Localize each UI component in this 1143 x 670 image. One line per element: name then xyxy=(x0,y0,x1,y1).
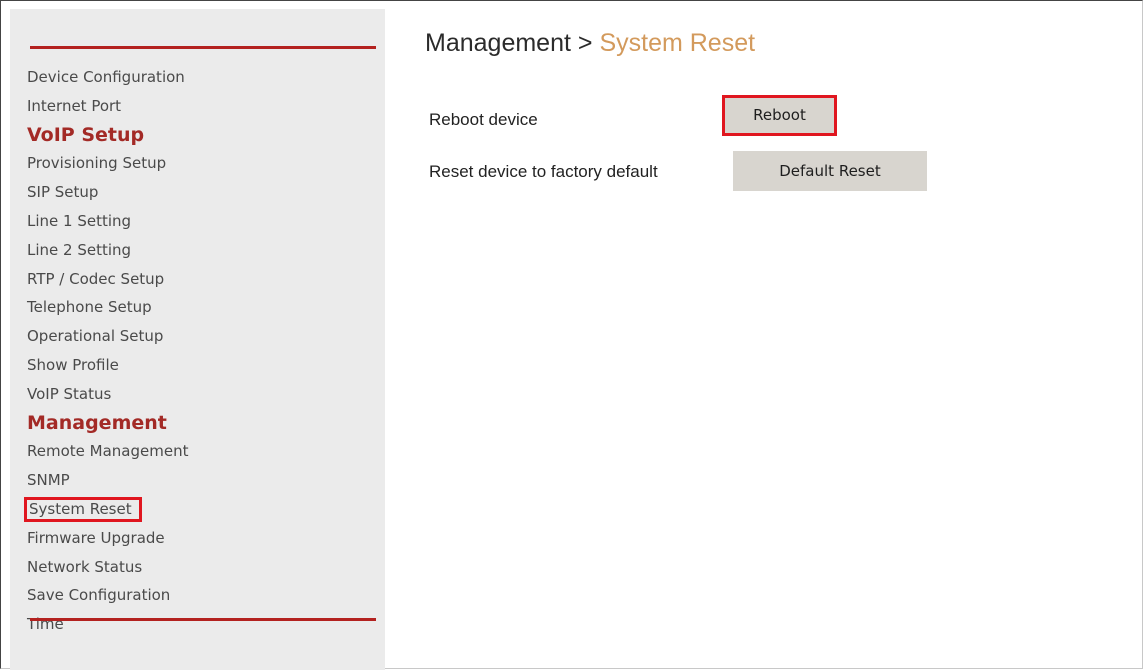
page-frame: Device Configuration Internet Port VoIP … xyxy=(0,0,1143,670)
sidebar-item-save-configuration[interactable]: Save Configuration xyxy=(27,582,188,611)
sidebar-item-label: Telephone Setup xyxy=(27,298,152,317)
sidebar-item-operational-setup[interactable]: Operational Setup xyxy=(27,323,188,352)
sidebar-item-sip-setup[interactable]: SIP Setup xyxy=(27,179,188,208)
sidebar-item-line-1-setting[interactable]: Line 1 Setting xyxy=(27,208,188,237)
sidebar-item-label: Internet Port xyxy=(27,96,122,115)
sidebar-item-rtp-codec-setup[interactable]: RTP / Codec Setup xyxy=(27,266,188,295)
sidebar-item-label: Firmware Upgrade xyxy=(27,528,165,547)
sidebar-section-voip-setup: VoIP Setup xyxy=(27,122,188,151)
main-content: Management > System Reset Reboot device … xyxy=(421,1,1121,661)
sidebar-top-rule xyxy=(30,46,376,49)
breadcrumb-current-page: System Reset xyxy=(599,29,756,57)
sidebar-item-label: Provisioning Setup xyxy=(27,154,167,173)
sidebar-item-line-2-setting[interactable]: Line 2 Setting xyxy=(27,237,188,266)
sidebar-item-label: Line 1 Setting xyxy=(27,211,132,230)
sidebar-item-label: Line 2 Setting xyxy=(27,240,132,259)
sidebar-item-label: VoIP Status xyxy=(27,384,112,403)
breadcrumb-separator: > xyxy=(577,29,593,57)
sidebar-item-provisioning-setup[interactable]: Provisioning Setup xyxy=(27,150,188,179)
sidebar-item-device-configuration[interactable]: Device Configuration xyxy=(27,64,188,93)
sidebar-item-label: Show Profile xyxy=(27,355,119,374)
sidebar-item-label: Remote Management xyxy=(27,442,189,461)
sidebar-item-snmp[interactable]: SNMP xyxy=(27,467,188,496)
reboot-button[interactable]: Reboot xyxy=(722,95,837,136)
page-title: Management > System Reset xyxy=(425,29,755,58)
sidebar-item-label: System Reset xyxy=(24,496,142,522)
sidebar-item-time[interactable]: Time xyxy=(27,611,188,640)
sidebar-item-label: Network Status xyxy=(27,557,143,576)
sidebar-item-label: Save Configuration xyxy=(27,586,171,605)
sidebar-item-network-status[interactable]: Network Status xyxy=(27,554,188,583)
sidebar-item-label: RTP / Codec Setup xyxy=(27,269,165,288)
sidebar-section-management: Management xyxy=(27,410,188,439)
default-reset-button[interactable]: Default Reset xyxy=(733,151,927,191)
reboot-device-label: Reboot device xyxy=(429,110,538,129)
sidebar-item-remote-management[interactable]: Remote Management xyxy=(27,438,188,467)
sidebar-bottom-rule xyxy=(30,618,376,621)
sidebar-item-internet-port[interactable]: Internet Port xyxy=(27,93,188,122)
breadcrumb-section: Management xyxy=(425,29,571,57)
sidebar-nav: Device Configuration Internet Port VoIP … xyxy=(10,9,385,670)
sidebar-section-label: Management xyxy=(27,411,167,434)
sidebar-section-label: VoIP Setup xyxy=(27,123,145,146)
sidebar-item-label: SNMP xyxy=(27,471,70,490)
sidebar-menu: Device Configuration Internet Port VoIP … xyxy=(24,64,188,640)
sidebar-item-firmware-upgrade[interactable]: Firmware Upgrade xyxy=(27,525,188,554)
sidebar-item-label: Operational Setup xyxy=(27,327,164,346)
sidebar-item-telephone-setup[interactable]: Telephone Setup xyxy=(27,294,188,323)
sidebar-item-system-reset[interactable]: System Reset xyxy=(24,496,188,525)
sidebar-item-show-profile[interactable]: Show Profile xyxy=(27,352,188,381)
factory-reset-label: Reset device to factory default xyxy=(429,162,658,181)
sidebar-item-label: SIP Setup xyxy=(27,183,99,202)
sidebar-item-label: Device Configuration xyxy=(27,68,185,86)
sidebar-item-voip-status[interactable]: VoIP Status xyxy=(27,381,188,410)
